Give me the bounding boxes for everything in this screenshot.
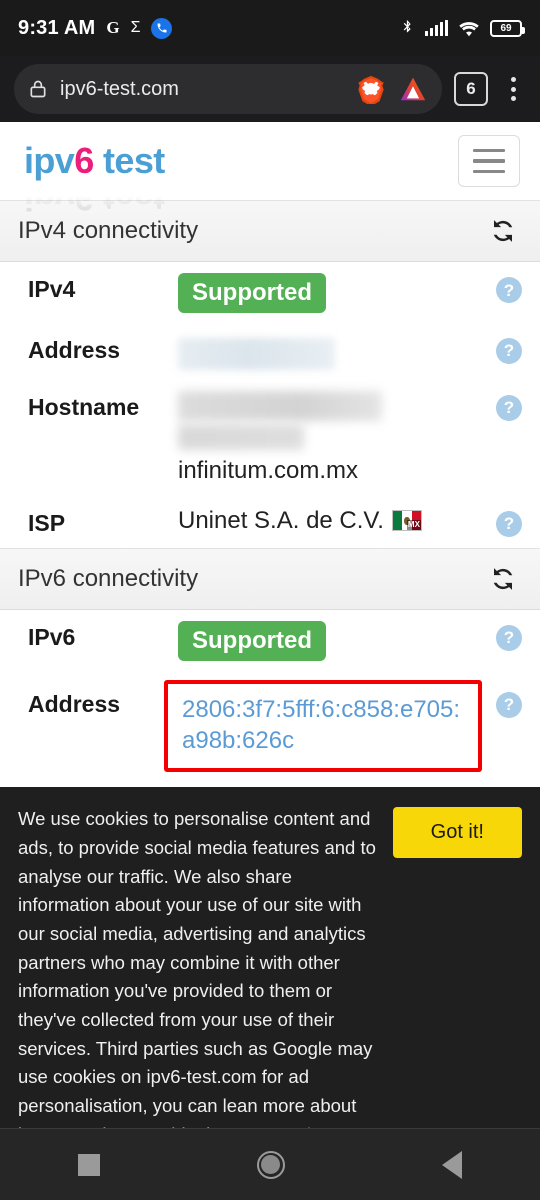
phone-icon	[151, 17, 173, 39]
browser-toolbar: ipv6-test.com 6	[0, 56, 540, 122]
google-icon: G	[106, 18, 120, 37]
battery-percent: 69	[500, 22, 512, 34]
table-row: Address ?	[0, 323, 540, 380]
redacted-hostname-line1	[178, 390, 382, 421]
url-bar[interactable]: ipv6-test.com	[14, 64, 442, 114]
site-logo-text: ipv6 test	[24, 143, 165, 179]
logo-six: 6	[74, 140, 94, 181]
kebab-menu-icon[interactable]	[500, 77, 526, 101]
url-text: ipv6-test.com	[60, 77, 179, 100]
flag-code: MX	[406, 520, 421, 531]
lock-icon	[28, 78, 48, 100]
home-button[interactable]	[256, 1150, 285, 1179]
site-header: ipv6 test ipv6 test	[0, 122, 540, 219]
row-help[interactable]: ?	[482, 390, 522, 421]
table-row: Hostname infinitum.com.mx ?	[0, 380, 540, 496]
table-row: IPv6 Supported ?	[0, 610, 540, 671]
status-bar-right: 69	[400, 16, 525, 40]
row-value: Supported	[178, 620, 482, 661]
row-label: Address	[28, 690, 121, 717]
row-label: IPv6	[28, 623, 76, 650]
logo-ipv: ipv	[24, 140, 75, 181]
section-header-ipv4: IPv4 connectivity	[0, 200, 540, 262]
row-help[interactable]: ?	[482, 333, 522, 364]
row-help[interactable]: ?	[482, 506, 522, 537]
table-row: ISP Uninet S.A. de C.V. MX ?	[0, 496, 540, 548]
hostname-domain: infinitum.com.mx	[178, 456, 359, 484]
row-label: Address	[28, 336, 121, 363]
wifi-icon	[458, 20, 480, 37]
status-bar-left: 9:31 AM G Σ	[18, 16, 173, 40]
row-label: ISP	[28, 509, 66, 536]
row-help[interactable]: ?	[482, 620, 522, 651]
row-value: infinitum.com.mx	[178, 390, 482, 486]
isp-name: Uninet S.A. de C.V.	[178, 506, 384, 534]
section-title-ipv4: IPv4 connectivity	[18, 217, 199, 244]
row-value	[178, 333, 482, 370]
row-help[interactable]: ?	[482, 272, 522, 303]
refresh-icon-ipv4[interactable]	[488, 216, 518, 246]
mexico-flag-icon: MX	[391, 510, 422, 532]
rows-ipv4: IPv4 Supported ? Address ? Hostname infi…	[0, 262, 540, 548]
section-title-ipv6: IPv6 connectivity	[18, 564, 199, 592]
help-icon[interactable]: ?	[496, 337, 522, 364]
help-icon[interactable]: ?	[496, 691, 522, 718]
row-label: IPv4	[28, 276, 76, 302]
battery-icon: 69	[490, 19, 525, 37]
logo-test: test	[93, 140, 165, 181]
row-label: Hostname	[28, 393, 140, 420]
section-header-ipv6: IPv6 connectivity	[0, 547, 540, 610]
android-navigation-bar	[0, 1128, 540, 1200]
status-badge: Supported	[178, 620, 326, 661]
row-value: Supported	[178, 272, 482, 313]
table-row: IPv4 Supported ?	[0, 262, 540, 323]
help-icon[interactable]: ?	[496, 510, 522, 537]
cookie-text-body: We use cookies to personalise content an…	[18, 808, 376, 1144]
status-bar: 9:31 AM G Σ 69	[0, 0, 540, 56]
phone-screen: 9:31 AM G Σ 69 ipv6-test.com 6 ipv6 test…	[0, 0, 540, 1200]
site-logo[interactable]: ipv6 test ipv6 test	[24, 143, 165, 219]
hamburger-menu-button[interactable]	[458, 135, 520, 187]
brave-lion-icon[interactable]	[356, 74, 386, 106]
ipv6-address-link[interactable]: 2806:3f7:5fff:6:c858:e705:a98b:626c	[182, 696, 460, 754]
recents-button[interactable]	[78, 1153, 101, 1176]
help-icon[interactable]: ?	[496, 277, 522, 303]
status-badge: Supported	[178, 273, 326, 313]
cellular-signal-icon	[425, 20, 448, 36]
row-value: Uninet S.A. de C.V. MX	[178, 506, 482, 535]
help-icon[interactable]: ?	[496, 624, 522, 651]
refresh-icon-ipv6[interactable]	[488, 564, 518, 594]
table-row: Address 2806:3f7:5fff:6:c858:e705:a98b:6…	[0, 671, 540, 782]
ipv6-address-highlight-box: 2806:3f7:5fff:6:c858:e705:a98b:626c	[164, 679, 482, 773]
redacted-ipv4-address	[178, 337, 335, 370]
bluetooth-icon	[400, 16, 415, 40]
web-page: ipv6 test ipv6 test IPv4 connectivity IP…	[0, 122, 540, 1194]
accept-cookies-button[interactable]: Got it!	[392, 807, 522, 859]
help-icon[interactable]: ?	[496, 394, 522, 421]
redacted-hostname-line2	[178, 423, 304, 450]
bat-triangle-icon[interactable]	[398, 74, 428, 104]
sigma-icon: Σ	[130, 19, 141, 36]
status-time: 9:31 AM	[18, 16, 96, 39]
tab-count-button[interactable]: 6	[454, 72, 488, 106]
cookie-banner-text: We use cookies to personalise content an…	[18, 805, 393, 1178]
row-value: 2806:3f7:5fff:6:c858:e705:a98b:626c	[164, 679, 482, 773]
back-button[interactable]	[441, 1150, 462, 1179]
row-help[interactable]: ?	[482, 687, 522, 718]
